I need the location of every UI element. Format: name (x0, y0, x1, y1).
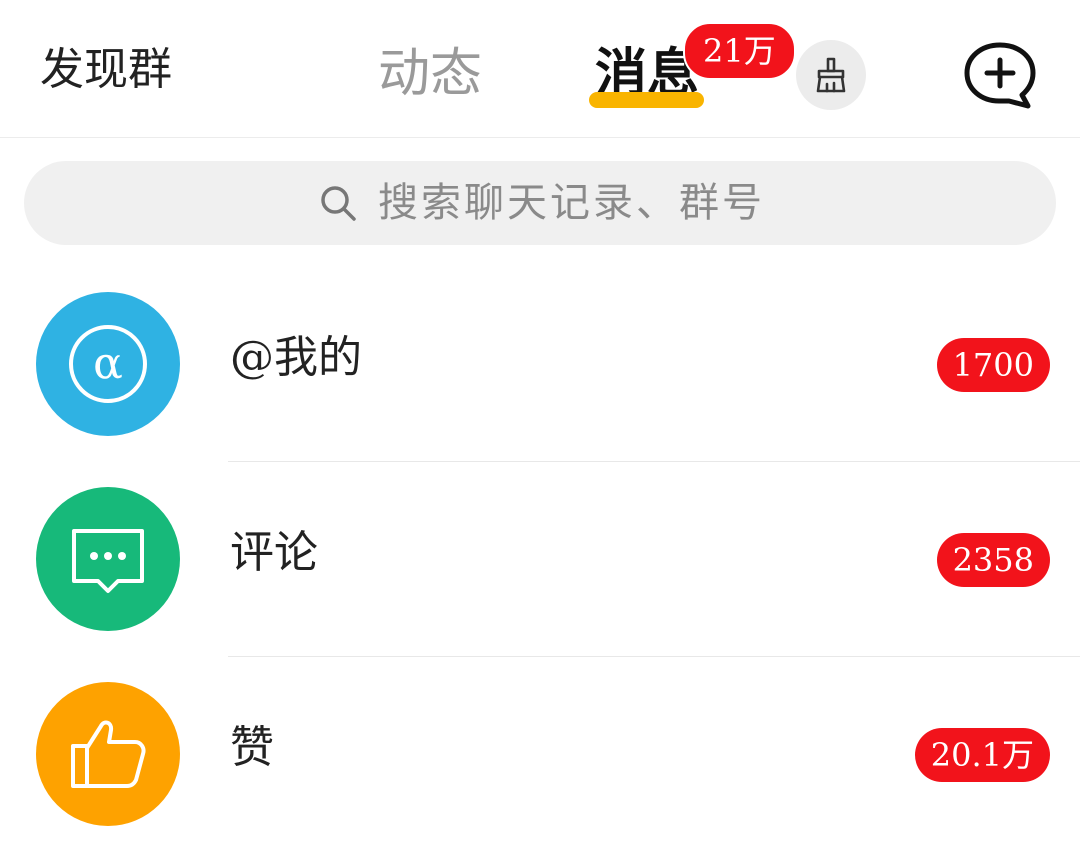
list-item-likes[interactable]: 赞 20.1万 (0, 658, 1080, 853)
mentions-avatar: α (36, 292, 180, 436)
unread-count-badge: 1700 (936, 338, 1050, 392)
clear-unread-button[interactable] (796, 40, 866, 110)
search-placeholder: 搜索聊天记录、群号 (378, 180, 765, 226)
chat-plus-icon (964, 42, 1036, 109)
new-chat-button[interactable] (960, 36, 1040, 116)
row-divider (228, 461, 1080, 462)
svg-text:α: α (93, 338, 123, 389)
list-item-mentions[interactable]: α @我的 1700 (0, 268, 1080, 463)
thumbs-up-icon (71, 720, 146, 788)
likes-avatar (36, 682, 180, 826)
unread-count-badge: 20.1万 (914, 728, 1050, 782)
top-bar: 发现群 动态 消息 21万 (0, 0, 1080, 137)
search-icon (321, 186, 356, 221)
unread-count-badge: 2358 (936, 533, 1050, 587)
list-item-label: 评论 (230, 527, 318, 578)
at-icon: α (69, 325, 147, 403)
header-divider (0, 137, 1080, 138)
tab-dynamic[interactable]: 动态 (378, 42, 482, 106)
messages-unread-badge: 21万 (683, 22, 796, 80)
comment-icon (72, 529, 144, 593)
active-tab-indicator (589, 92, 704, 108)
list-item-label: @我的 (230, 332, 362, 383)
discover-groups-link[interactable]: 发现群 (40, 40, 172, 100)
list-item-label: 赞 (230, 722, 274, 773)
broom-icon (816, 57, 846, 93)
comments-avatar (36, 487, 180, 631)
row-divider (228, 656, 1080, 657)
list-item-comments[interactable]: 评论 2358 (0, 463, 1080, 658)
